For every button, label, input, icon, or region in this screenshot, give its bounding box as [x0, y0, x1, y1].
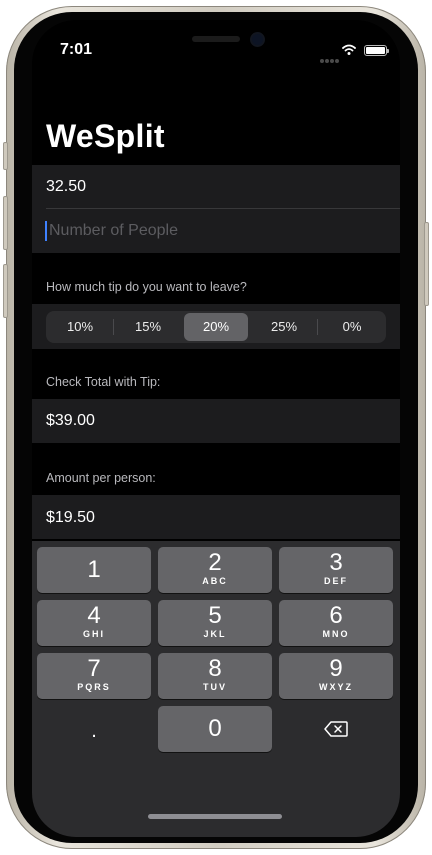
tip-option-10[interactable]: 10%	[48, 313, 112, 341]
key-4[interactable]: 4 GHI	[37, 600, 151, 646]
tip-section-header: How much tip do you want to leave?	[46, 280, 247, 294]
key-letters: PQRS	[77, 682, 111, 692]
phone-screen: 7:01 WeSplit 32.50 Number of People How …	[32, 20, 400, 837]
text-cursor	[45, 221, 47, 241]
key-6[interactable]: 6 MNO	[279, 600, 393, 646]
key-number: 0	[208, 715, 222, 742]
tip-option-25[interactable]: 25%	[252, 313, 316, 341]
front-camera	[252, 34, 263, 45]
key-0[interactable]: 0	[158, 706, 272, 752]
tip-segmented-control[interactable]: 10% 15% 20% 25% 0%	[46, 311, 386, 343]
key-letters: JKL	[203, 629, 227, 639]
key-number: .	[91, 720, 97, 742]
wifi-icon	[342, 44, 356, 55]
per-person-section-header: Amount per person:	[46, 471, 156, 485]
number-pad-keyboard: 1 2 ABC 3 DEF 4 GHI 5 JKL 6 MNO 7 PQRS 8…	[32, 541, 400, 837]
volume-down-button	[3, 264, 8, 318]
power-button	[424, 222, 429, 306]
tip-option-0[interactable]: 0%	[320, 313, 384, 341]
segment-separator	[113, 319, 114, 335]
key-1[interactable]: 1	[37, 547, 151, 593]
key-number: 7	[87, 655, 101, 682]
speaker-grille	[192, 36, 240, 42]
volume-up-button	[3, 196, 8, 250]
key-letters: TUV	[203, 682, 227, 692]
status-bar: 7:01	[32, 20, 400, 76]
key-number: 3	[329, 549, 343, 576]
key-9[interactable]: 9 WXYZ	[279, 653, 393, 699]
status-time: 7:01	[60, 41, 93, 58]
key-number: 8	[208, 655, 222, 682]
key-number: 1	[87, 556, 101, 583]
input-section: 32.50 Number of People	[32, 165, 400, 253]
key-number: 5	[208, 602, 222, 629]
home-indicator[interactable]	[148, 814, 282, 819]
key-number: 9	[329, 655, 343, 682]
cellular-signal-icon	[320, 50, 340, 63]
delete-key[interactable]	[279, 706, 393, 752]
key-2[interactable]: 2 ABC	[158, 547, 272, 593]
key-number: 6	[329, 602, 343, 629]
key-letters: WXYZ	[319, 682, 353, 692]
tip-option-20[interactable]: 20%	[184, 313, 248, 341]
key-5[interactable]: 5 JKL	[158, 600, 272, 646]
total-section-header: Check Total with Tip:	[46, 375, 161, 389]
amount-per-person-value: $19.50	[46, 509, 95, 526]
key-8[interactable]: 8 TUV	[158, 653, 272, 699]
key-letters: ABC	[202, 576, 228, 586]
key-letters: MNO	[322, 629, 350, 639]
total-section: $39.00	[32, 399, 400, 443]
segment-separator	[317, 319, 318, 335]
key-3[interactable]: 3 DEF	[279, 547, 393, 593]
key-number: 4	[87, 602, 101, 629]
amount-field[interactable]: 32.50	[46, 178, 86, 196]
key-7[interactable]: 7 PQRS	[37, 653, 151, 699]
row-divider	[46, 208, 400, 209]
battery-icon	[364, 45, 389, 56]
number-of-people-field[interactable]: Number of People	[49, 222, 178, 240]
per-person-section: $19.50	[32, 495, 400, 539]
key-letters: DEF	[324, 576, 348, 586]
check-total-value: $39.00	[46, 412, 95, 429]
action-button	[3, 142, 8, 170]
key-number: 2	[208, 549, 222, 576]
key-letters: GHI	[82, 629, 105, 639]
page-title: WeSplit	[46, 118, 165, 154]
tip-option-15[interactable]: 15%	[116, 313, 180, 341]
delete-backspace-icon	[324, 721, 348, 737]
key-decimal[interactable]: .	[37, 706, 151, 752]
